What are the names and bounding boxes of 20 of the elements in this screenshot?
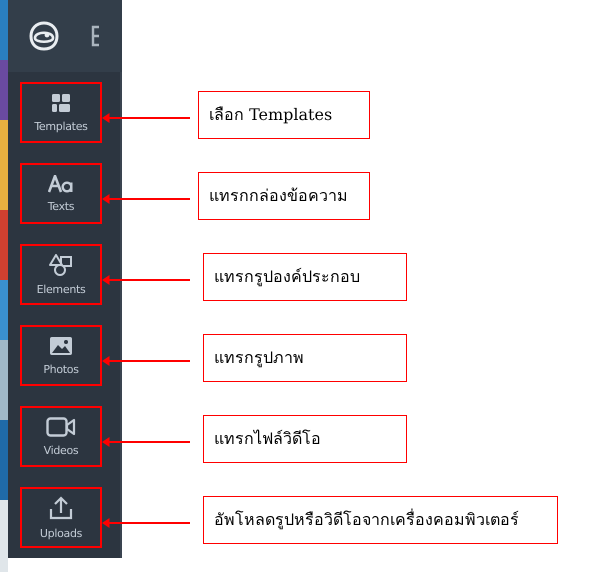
- sidebar-item[interactable]: Uploads: [20, 487, 102, 548]
- text-icon: [48, 174, 74, 192]
- annotation-box: แทรกไฟล์วิดีโอ: [203, 414, 407, 462]
- video-camera-icon: [46, 416, 76, 436]
- logo-icon[interactable]: [29, 21, 59, 51]
- annotation-box: เลือก Templates: [198, 90, 370, 138]
- shapes-icon: [49, 254, 73, 276]
- templates-icon: [51, 92, 71, 112]
- sidebar-item[interactable]: Texts: [20, 163, 102, 224]
- annotation-box: แทรกรูปองค์ประกอบ: [203, 252, 407, 300]
- sidebar-item[interactable]: Templates: [20, 82, 102, 143]
- annotation-box: แทรกรูปภาพ: [203, 334, 407, 382]
- upload-icon: [49, 496, 73, 520]
- sidebar-item[interactable]: Elements: [20, 244, 102, 305]
- layout-icon[interactable]: [91, 25, 99, 47]
- sidebar-item[interactable]: Photos: [20, 325, 102, 386]
- annotation-box: แทรกกล่องข้อความ: [198, 172, 370, 220]
- sidebar-item[interactable]: Videos: [20, 406, 102, 467]
- annotation-box: อัพโหลดรูปหรือวิดีโอจากเครื่องคอมพิวเตอร์: [203, 496, 558, 544]
- image-icon: [49, 336, 73, 356]
